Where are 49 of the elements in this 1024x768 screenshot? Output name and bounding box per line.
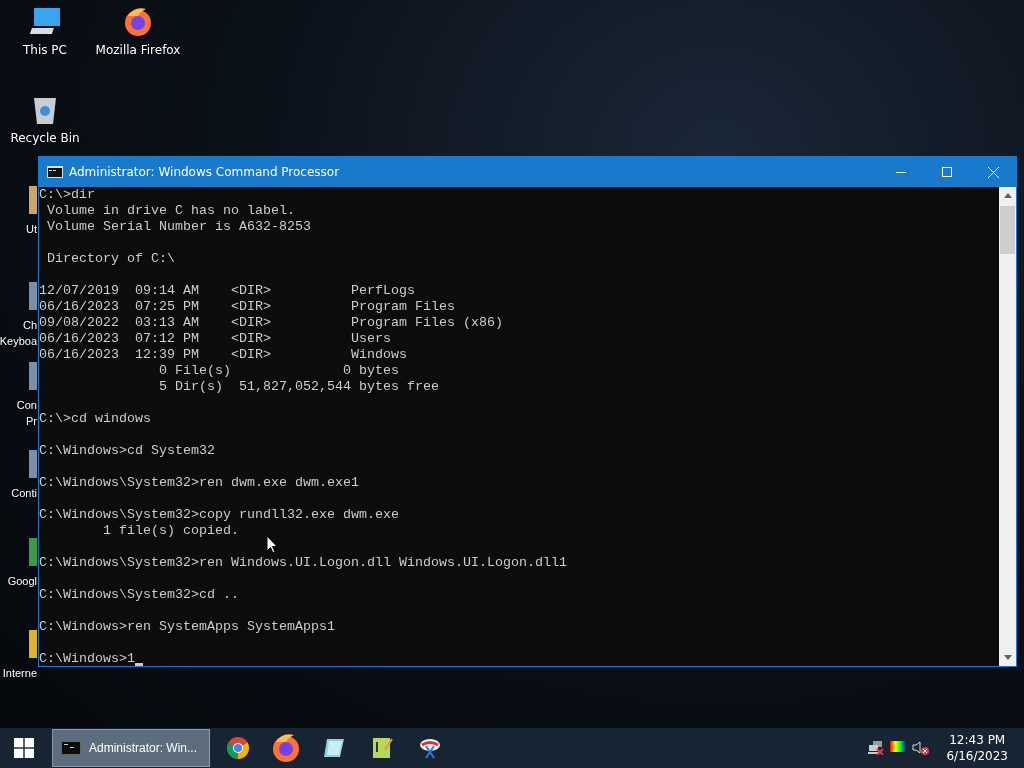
scrollbar-thumb[interactable] xyxy=(1000,206,1015,254)
console-line: C:\Windows\System32>ren dwm.exe dwm.exe1 xyxy=(39,475,359,491)
console-line: C:\Windows\System32>cd .. xyxy=(39,587,239,603)
icon-label[interactable]: Pr xyxy=(26,414,37,428)
taskbar-window-button[interactable]: Administrator: Win... xyxy=(52,729,210,767)
display-icon[interactable] xyxy=(890,741,907,755)
console-line: 1 file(s) copied. xyxy=(102,523,239,539)
browser-icon[interactable] xyxy=(122,6,154,38)
icon-label[interactable]: Googl xyxy=(7,574,37,588)
console-line: C:\>cd windows xyxy=(39,411,151,427)
console-line: C:\Windows>1 xyxy=(39,651,135,666)
icon-label[interactable]: Ut xyxy=(26,222,37,236)
icon-label[interactable]: Con xyxy=(16,398,37,412)
scrollbar[interactable] xyxy=(999,187,1016,666)
text-cursor xyxy=(135,663,143,666)
console-line: C:\>dir xyxy=(39,187,95,203)
maximize-icon xyxy=(942,167,952,177)
mouse-pointer xyxy=(266,535,278,554)
console-line: Directory of C:\ xyxy=(46,251,175,267)
scroll-up-arrow[interactable] xyxy=(1003,193,1012,198)
window-title: Administrator: Windows Command Processor xyxy=(69,165,341,179)
icon-label[interactable]: Keyboa xyxy=(0,334,37,348)
icon-label[interactable]: Interne xyxy=(2,666,37,680)
console-line: 09/08/2022 03:13 AM <DIR> Program Files (x86) xyxy=(39,315,503,331)
console-line: C:\Windows>ren SystemApps SystemApps1 xyxy=(39,619,335,635)
console-line: 5 Dir(s) 51,827,052,544 bytes free xyxy=(157,379,439,395)
scroll-down-arrow[interactable] xyxy=(1003,655,1012,660)
close-icon xyxy=(987,166,999,178)
clock[interactable]: 12:43 PM 6/16/2023 xyxy=(946,732,1008,764)
speaker-muted-icon[interactable] xyxy=(912,741,931,755)
console-line: C:\Windows>cd System32 xyxy=(39,443,215,459)
icon-label[interactable]: Ch xyxy=(22,318,37,332)
network-icon[interactable] xyxy=(868,741,885,755)
console-icon xyxy=(61,741,81,755)
console-line: C:\Windows\System32>ren Windows.UI.Logon.dll Windows.UI.Logon.dll1 xyxy=(39,555,567,571)
windows-logo-icon xyxy=(14,738,34,758)
icon-label[interactable]: Recycle Bin xyxy=(10,131,80,145)
icon-label[interactable]: Mozilla Firefox xyxy=(95,43,181,57)
console-line: C:\Windows\System32>copy rundll32.exe dwm.exe xyxy=(39,507,399,523)
console-line: 06/16/2023 07:25 PM <DIR> Program Files xyxy=(39,299,455,315)
console-line: 06/16/2023 12:39 PM <DIR> Windows xyxy=(39,347,407,363)
icon-label[interactable]: This PC xyxy=(23,43,67,57)
console-line: Volume Serial Number is A632-8253 xyxy=(46,219,311,235)
console-line: 0 File(s) 0 bytes xyxy=(157,363,399,379)
console-line: Volume in drive C has no label. xyxy=(46,203,295,219)
console-icon xyxy=(47,166,63,178)
icon-label[interactable]: Conti xyxy=(11,486,37,500)
console-line: 12/07/2019 09:14 AM <DIR> PerfLogs xyxy=(39,283,415,299)
console-line: 06/16/2023 07:12 PM <DIR> Users xyxy=(39,331,391,347)
